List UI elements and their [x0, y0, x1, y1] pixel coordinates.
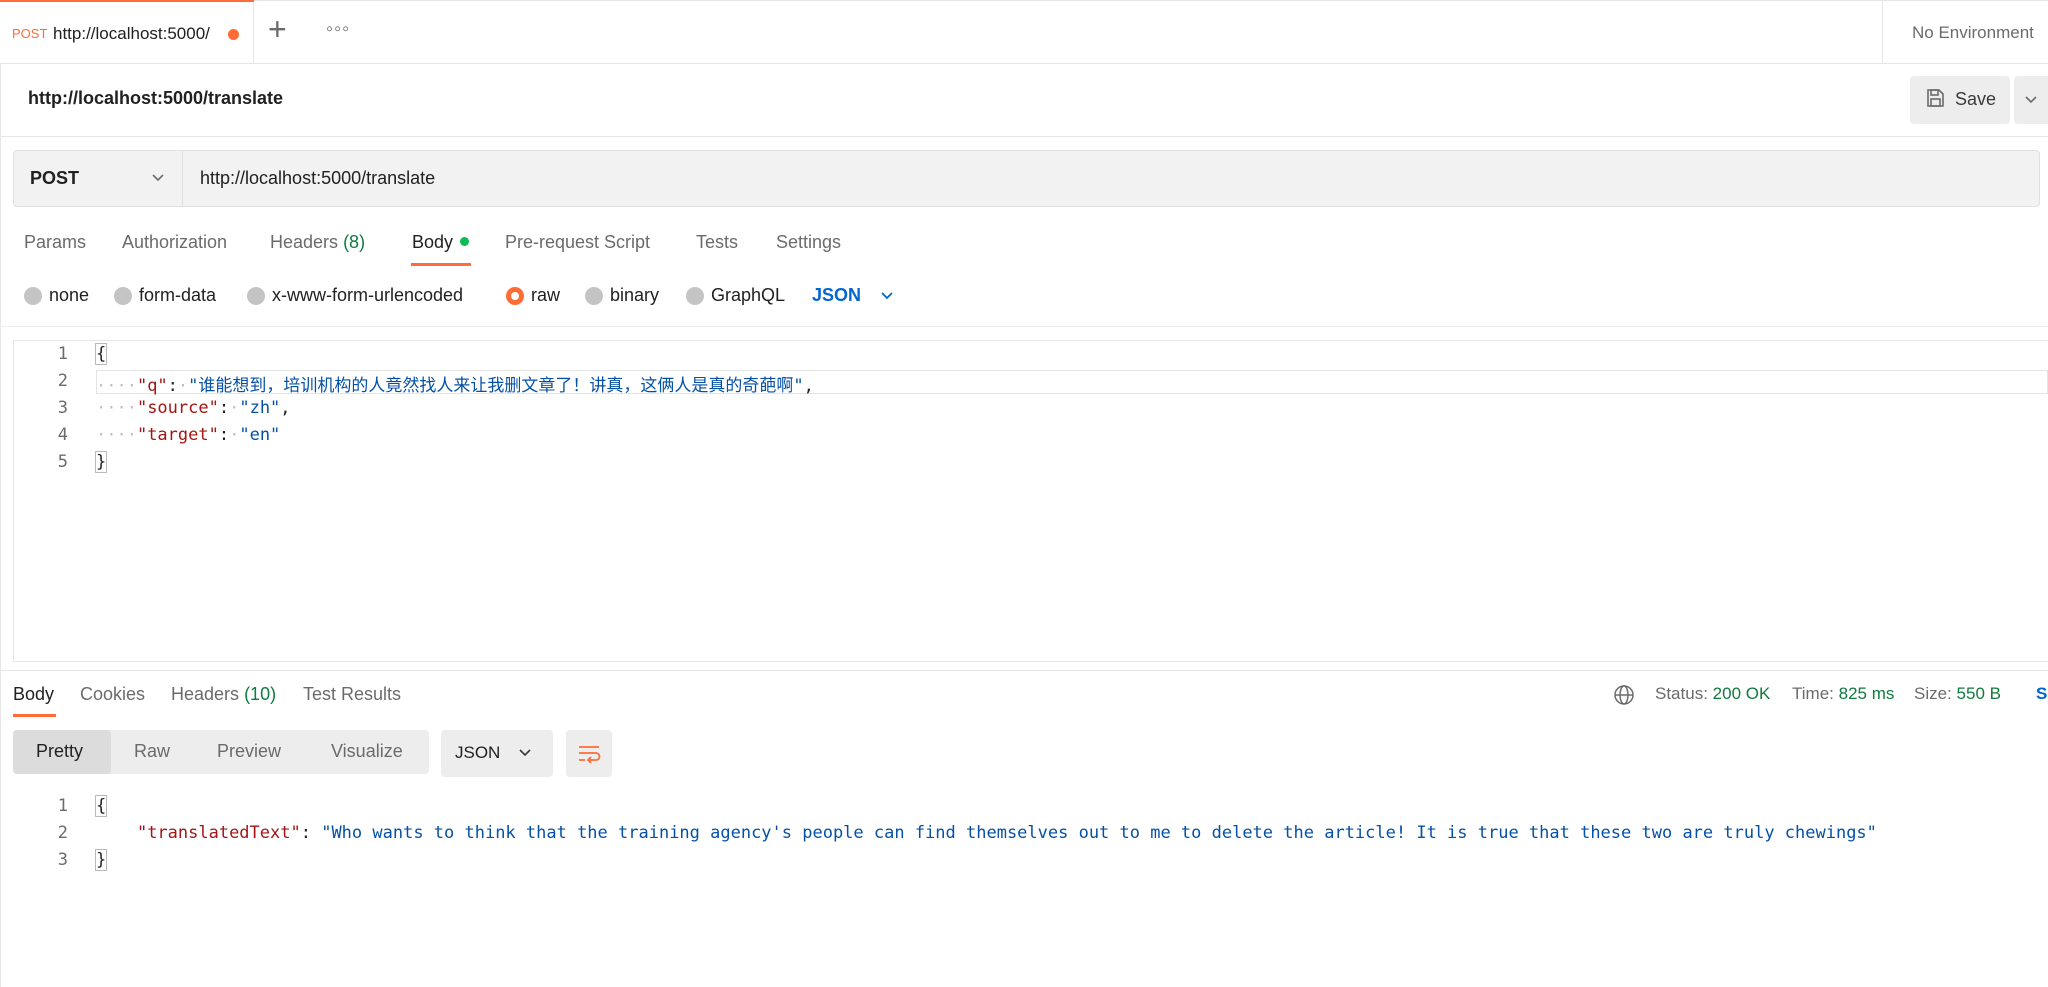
response-divider[interactable] [0, 670, 2048, 671]
code-line-2[interactable]: ····"q":·"谁能想到，培训机构的人竟然找人来让我删文章了！讲真，这俩人是… [96, 371, 814, 396]
status-label: Status: [1655, 684, 1708, 703]
line-number: 4 [57, 425, 68, 445]
code-line-1[interactable]: { [94, 343, 108, 365]
request-title[interactable]: http://localhost:5000/translate [28, 88, 283, 109]
active-tab-underline [411, 263, 471, 266]
radio-raw[interactable] [506, 287, 524, 305]
line-number: 5 [57, 452, 68, 472]
time-label: Time: [1792, 684, 1834, 703]
json-key-q: "q" [136, 376, 168, 396]
radio-graphql[interactable] [686, 287, 704, 305]
size-value: 550 B [1956, 684, 2001, 703]
method-label[interactable]: POST [30, 168, 79, 189]
json-key-target: "target" [136, 425, 219, 445]
radio-binary-label[interactable]: binary [610, 285, 659, 306]
line-number: 1 [57, 344, 68, 364]
json-close-brace: } [94, 451, 108, 473]
radio-form-data[interactable] [114, 287, 132, 305]
response-headers-count: (10) [244, 684, 277, 704]
response-tab-test-results[interactable]: Test Results [303, 684, 401, 705]
json-value-q: "谁能想到，培训机构的人竟然找人来让我删文章了！讲真，这俩人是真的奇葩啊" [188, 376, 804, 396]
radio-form-data-label[interactable]: form-data [139, 285, 216, 306]
save-icon [1927, 89, 1944, 107]
tab-title[interactable]: http://localhost:5000/ [53, 24, 210, 44]
line-number: 3 [57, 850, 68, 870]
language-select[interactable]: JSON [812, 285, 861, 306]
radio-urlencoded-label[interactable]: x-www-form-urlencoded [272, 285, 463, 306]
response-line-1[interactable]: { [94, 795, 108, 817]
tab-prerequest-script[interactable]: Pre-request Script [505, 232, 650, 253]
environment-label[interactable]: No Environment [1912, 23, 2034, 43]
headers-count: (8) [343, 232, 366, 252]
radio-graphql-label[interactable]: GraphQL [711, 285, 785, 306]
radio-none[interactable] [24, 287, 42, 305]
view-pretty[interactable]: Pretty [36, 741, 83, 762]
new-tab-icon[interactable]: + [268, 13, 287, 45]
view-raw[interactable]: Raw [134, 741, 170, 762]
save-response-button[interactable]: S [2036, 684, 2047, 704]
tab-settings[interactable]: Settings [776, 232, 841, 253]
chevron-down-icon[interactable] [518, 746, 532, 760]
json-value-source: "zh" [239, 398, 281, 418]
tab-headers[interactable]: Headers (8) [270, 232, 365, 253]
body-indicator-icon [460, 237, 469, 246]
json-value-target: "en" [239, 425, 281, 445]
tab-body[interactable]: Body [412, 232, 453, 253]
line-number: 1 [57, 796, 68, 816]
chevron-down-icon[interactable] [150, 170, 166, 186]
left-border [0, 64, 1, 987]
response-tab-cookies[interactable]: Cookies [80, 684, 145, 705]
divider [0, 326, 2048, 327]
save-button-label[interactable]: Save [1955, 89, 1996, 110]
time-value: 825 ms [1838, 684, 1895, 703]
tab-authorization[interactable]: Authorization [122, 232, 227, 253]
json-open-brace: { [94, 795, 108, 817]
chevron-down-icon [2025, 96, 2037, 104]
line-number: 3 [57, 398, 68, 418]
tab-headers-label: Headers [270, 232, 339, 252]
response-size[interactable]: Size: 550 B [1914, 684, 2001, 704]
line-number: 2 [57, 823, 68, 843]
response-format-label[interactable]: JSON [455, 743, 500, 763]
line-number: 2 [57, 371, 68, 391]
divider [0, 136, 2048, 137]
view-visualize[interactable]: Visualize [331, 741, 403, 762]
response-line-3[interactable]: } [94, 849, 108, 871]
response-tab-body[interactable]: Body [13, 684, 54, 705]
code-line-4[interactable]: ····"target":·"en" [96, 425, 280, 445]
tab-tests[interactable]: Tests [696, 232, 738, 253]
response-status[interactable]: Status: 200 OK [1655, 684, 1770, 704]
json-value-translated-text: "Who wants to think that the training ag… [321, 823, 1877, 843]
more-options-icon[interactable]: ◦◦◦ [326, 18, 350, 41]
tab-params[interactable]: Params [24, 232, 86, 253]
response-time[interactable]: Time: 825 ms [1792, 684, 1894, 704]
wrap-lines-icon [579, 746, 601, 764]
view-preview[interactable]: Preview [217, 741, 281, 762]
url-input[interactable] [186, 152, 2026, 205]
response-tab-headers[interactable]: Headers (10) [171, 684, 276, 705]
status-value: 200 OK [1712, 684, 1771, 703]
radio-raw-label[interactable]: raw [531, 285, 560, 306]
radio-urlencoded[interactable] [247, 287, 265, 305]
json-key-source: "source" [136, 398, 219, 418]
json-key-translated-text: "translatedText" [136, 823, 301, 843]
code-line-5[interactable]: } [94, 451, 108, 473]
radio-binary[interactable] [585, 287, 603, 305]
globe-icon[interactable] [1613, 684, 1635, 706]
tab-method: POST [12, 26, 48, 41]
response-line-2[interactable]: "translatedText": "Who wants to think th… [96, 823, 1877, 843]
response-tab-headers-label: Headers [171, 684, 240, 704]
radio-none-label[interactable]: none [49, 285, 89, 306]
code-line-3[interactable]: ····"source":·"zh", [96, 398, 291, 418]
chevron-down-icon[interactable] [880, 289, 894, 303]
tab-bar [0, 0, 2048, 64]
json-close-brace: } [94, 849, 108, 871]
unsaved-dot-icon [228, 29, 239, 40]
json-open-brace: { [94, 343, 108, 365]
save-dropdown-button[interactable] [2014, 76, 2048, 124]
size-label: Size: [1914, 684, 1952, 703]
active-tab-underline [13, 714, 56, 717]
